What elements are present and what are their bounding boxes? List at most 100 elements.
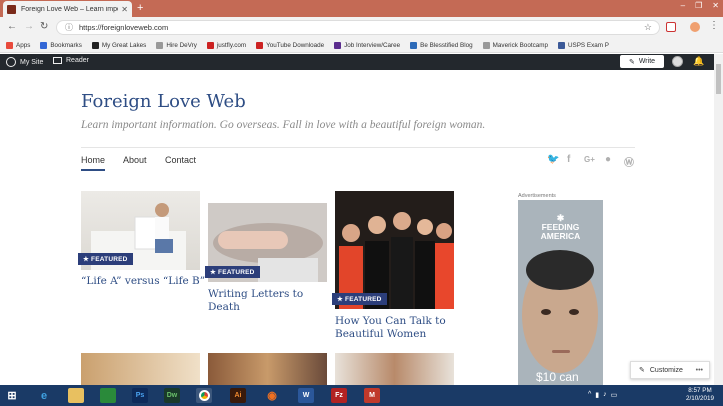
google-plus-icon[interactable]: G+ bbox=[584, 155, 595, 164]
reload-icon[interactable]: ↻ bbox=[40, 21, 48, 32]
bookmark-item[interactable]: justfly.com bbox=[206, 41, 246, 49]
battery-icon[interactable]: ▭ bbox=[611, 391, 618, 399]
featured-badge: ★ FEATURED bbox=[205, 266, 260, 278]
site-favicon-icon bbox=[7, 4, 16, 14]
page-scrollbar[interactable] bbox=[714, 54, 723, 385]
browser-tabstrip: Foreign Love Web – Learn impo ✕ + – ❐ ✕ bbox=[0, 0, 723, 17]
word-icon[interactable]: W bbox=[298, 388, 314, 403]
system-tray: ^ ▮ ♪ ▭ bbox=[588, 391, 617, 399]
facebook-icon[interactable]: f bbox=[567, 154, 570, 165]
write-icon: ✎ bbox=[628, 58, 635, 66]
featured-badge: ★ FEATURED bbox=[332, 293, 387, 305]
scrollbar-thumb[interactable] bbox=[716, 64, 721, 94]
ad-brand: ✱ FEEDING AMERICA bbox=[518, 214, 603, 241]
chrome-icon[interactable] bbox=[196, 388, 212, 403]
firefox-icon[interactable]: ◉ bbox=[264, 388, 280, 403]
bookmark-label: Job Interview/Caree bbox=[344, 41, 401, 49]
site-title[interactable]: Foreign Love Web bbox=[81, 91, 246, 112]
tab-close-icon[interactable]: ✕ bbox=[121, 5, 128, 14]
network-icon[interactable]: ▮ bbox=[595, 391, 599, 399]
featured-badge: ★ FEATURED bbox=[78, 253, 133, 265]
close-window-icon[interactable]: ✕ bbox=[712, 1, 719, 10]
bookmark-item[interactable]: Apps bbox=[6, 41, 30, 49]
dreamweaver-icon[interactable]: Dw bbox=[164, 388, 180, 403]
bookmark-icon bbox=[6, 41, 13, 49]
site-info-icon[interactable]: ⓘ bbox=[65, 22, 73, 33]
ad-label: Advertisements bbox=[518, 193, 556, 199]
profile-icon[interactable] bbox=[690, 22, 700, 32]
address-bar[interactable]: ⓘ https://foreignloveweb.com ☆ bbox=[56, 20, 660, 35]
menu-item-home[interactable]: Home bbox=[81, 155, 106, 171]
more-icon[interactable]: ••• bbox=[696, 367, 703, 374]
file-explorer-icon[interactable] bbox=[68, 388, 84, 403]
maximize-icon[interactable]: ❐ bbox=[695, 1, 702, 10]
store-icon[interactable] bbox=[100, 388, 116, 403]
bookmark-item[interactable]: My Great Lakes bbox=[91, 41, 146, 49]
bookmark-icon bbox=[156, 41, 164, 49]
system-clock[interactable]: 8:57 PM 2/10/2019 bbox=[682, 387, 718, 403]
bookmark-icon bbox=[410, 41, 418, 49]
extension-icon[interactable] bbox=[666, 22, 676, 32]
back-icon[interactable]: ← bbox=[7, 21, 17, 32]
forward-icon[interactable]: → bbox=[24, 21, 34, 32]
pencil-icon: ✎ bbox=[639, 367, 645, 374]
post-title[interactable]: “Life A” versus “Life B” bbox=[81, 275, 206, 288]
post-thumbnail[interactable] bbox=[335, 353, 454, 385]
twitter-icon[interactable]: 🐦 bbox=[547, 154, 559, 165]
mcafee-icon[interactable]: M bbox=[364, 388, 380, 403]
my-site-link[interactable]: My Site bbox=[6, 57, 43, 67]
bookmark-label: Bookmarks bbox=[50, 41, 82, 49]
wp-admin-bar: My Site Reader ✎ Write 🔔 bbox=[0, 54, 714, 70]
post-title[interactable]: How You Can Talk to Beautiful Women bbox=[335, 315, 450, 341]
wordpress-icon[interactable]: Ⓦ bbox=[624, 154, 634, 169]
menu-item-contact[interactable]: Contact bbox=[165, 155, 196, 165]
bookmark-label: Hire DeVry bbox=[166, 41, 197, 49]
bookmark-icon bbox=[334, 41, 342, 49]
write-label: Write bbox=[638, 58, 656, 65]
notifications-icon[interactable]: 🔔 bbox=[693, 56, 704, 67]
bookmark-item[interactable]: Job Interview/Caree bbox=[334, 41, 401, 49]
new-tab-button[interactable]: + bbox=[137, 2, 143, 14]
site-navigation: Home About Contact 🐦 f G+ ● Ⓦ bbox=[81, 147, 635, 171]
minimize-icon[interactable]: – bbox=[681, 1, 685, 10]
bookmark-label: YouTube Downloade bbox=[266, 41, 325, 49]
post-thumbnail[interactable] bbox=[81, 353, 200, 385]
customize-label: Customize bbox=[649, 366, 683, 374]
photoshop-icon[interactable]: Ps bbox=[132, 388, 148, 403]
post-thumbnail[interactable] bbox=[335, 191, 454, 309]
bookmark-item[interactable]: Bookmarks bbox=[40, 41, 82, 49]
avatar[interactable] bbox=[672, 56, 683, 67]
menu-icon[interactable]: ⋮ bbox=[709, 20, 719, 31]
url-text: https://foreignloveweb.com bbox=[79, 23, 169, 32]
github-icon[interactable]: ● bbox=[605, 154, 611, 165]
reader-link[interactable]: Reader bbox=[53, 57, 89, 64]
tab-title: Foreign Love Web – Learn impo bbox=[21, 5, 119, 13]
advertisement[interactable]: ✱ FEEDING AMERICA $10 can bbox=[518, 200, 603, 385]
menu-item-about[interactable]: About bbox=[123, 155, 147, 165]
bookmark-item[interactable]: Maverick Bootcamp bbox=[482, 41, 548, 49]
bookmark-label: USPS Exam P bbox=[567, 41, 609, 49]
write-button[interactable]: ✎ Write bbox=[620, 55, 664, 68]
clock-time: 8:57 PM bbox=[688, 387, 712, 394]
bookmark-item[interactable]: Be Blesstified Blog bbox=[410, 41, 473, 49]
tray-chevron-icon[interactable]: ^ bbox=[588, 391, 591, 399]
bookmark-icon bbox=[206, 41, 214, 49]
start-windows-icon[interactable]: ⊞ bbox=[4, 388, 20, 403]
bookmark-item[interactable]: YouTube Downloade bbox=[256, 41, 325, 49]
customize-button[interactable]: ✎ Customize ••• bbox=[630, 361, 710, 379]
filezilla-icon[interactable]: Fz bbox=[331, 388, 347, 403]
bookmark-icon bbox=[256, 41, 264, 49]
volume-icon[interactable]: ♪ bbox=[603, 391, 607, 399]
illustrator-icon[interactable]: Ai bbox=[230, 388, 246, 403]
window-controls: – ❐ ✕ bbox=[681, 1, 719, 10]
bookmark-item[interactable]: USPS Exam P bbox=[557, 41, 609, 49]
browser-tab[interactable]: Foreign Love Web – Learn impo ✕ bbox=[3, 1, 132, 17]
bookmark-item[interactable]: Hire DeVry bbox=[156, 41, 197, 49]
bookmark-icon bbox=[557, 41, 565, 49]
bookmark-star-icon[interactable]: ☆ bbox=[644, 22, 652, 33]
internet-explorer-icon[interactable]: e bbox=[36, 388, 52, 403]
clock-date: 2/10/2019 bbox=[685, 395, 714, 402]
post-thumbnail[interactable] bbox=[208, 353, 327, 385]
post-title[interactable]: Writing Letters to Death bbox=[208, 288, 323, 314]
ad-price: $10 can bbox=[536, 370, 579, 384]
